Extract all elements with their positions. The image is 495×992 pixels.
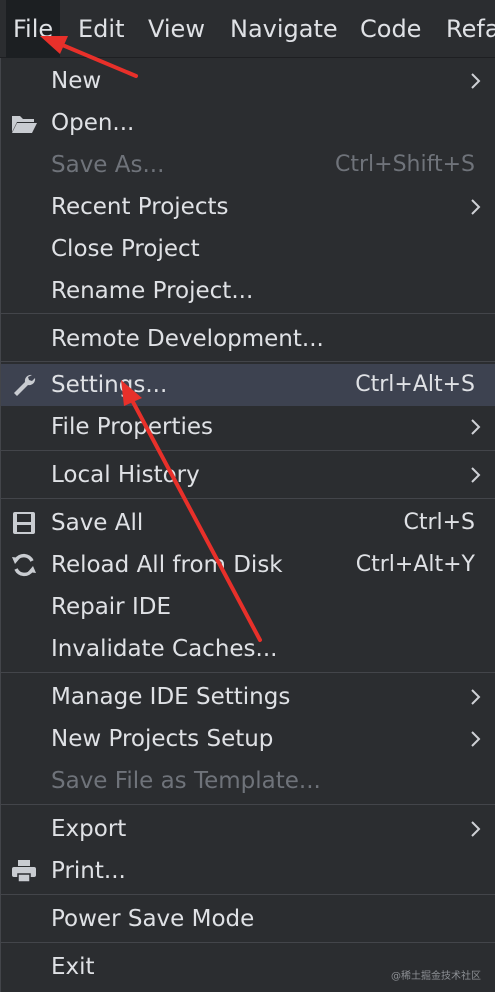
menu-item-label: Settings... xyxy=(51,372,168,398)
menu-item-label: New Projects Setup xyxy=(51,726,274,752)
chevron-right-icon xyxy=(471,689,481,705)
menu-item-recent-projects[interactable]: Recent Projects xyxy=(1,186,495,228)
menu-item-label: Close Project xyxy=(51,236,200,262)
chevron-right-icon xyxy=(471,821,481,837)
menu-item-label: New xyxy=(51,68,102,94)
printer-icon xyxy=(12,860,36,883)
menubar-code[interactable]: Code xyxy=(360,0,421,58)
menubar-refactor[interactable]: Refa xyxy=(446,0,495,58)
wrench-icon xyxy=(14,374,36,396)
folder-open-icon xyxy=(12,116,37,133)
menu-item-local-history[interactable]: Local History xyxy=(1,454,495,496)
menu-item-shortcut: Ctrl+S xyxy=(403,510,475,535)
menu-item-new-projects-setup[interactable]: New Projects Setup xyxy=(1,718,495,760)
menu-item-label: Save As... xyxy=(51,152,165,178)
menu-separator xyxy=(1,498,495,499)
menu-item-open[interactable]: Open... xyxy=(1,102,495,144)
menu-item-repair-ide[interactable]: Repair IDE xyxy=(1,586,495,628)
menu-separator xyxy=(1,313,495,314)
menu-item-invalidate-caches[interactable]: Invalidate Caches... xyxy=(1,628,495,670)
reload-icon xyxy=(12,553,36,577)
chevron-right-icon xyxy=(471,73,481,89)
menu-item-label: Exit xyxy=(51,954,95,980)
menu-item-label: Print... xyxy=(51,858,126,884)
chevron-right-icon xyxy=(471,419,481,435)
watermark: @稀土掘金技术社区 xyxy=(391,971,481,982)
menu-item-label: Reload All from Disk xyxy=(51,552,283,578)
menu-item-label: Recent Projects xyxy=(51,194,229,220)
save-icon xyxy=(13,512,35,534)
menu-item-file-properties[interactable]: File Properties xyxy=(1,406,495,448)
menu-separator xyxy=(1,804,495,805)
menu-item-save-all[interactable]: Save All Ctrl+S xyxy=(1,502,495,544)
menu-item-new[interactable]: New xyxy=(1,60,495,102)
menu-item-label: Local History xyxy=(51,462,200,488)
chevron-right-icon xyxy=(471,199,481,215)
menu-item-settings[interactable]: Settings... Ctrl+Alt+S xyxy=(1,364,495,406)
menu-item-save-as[interactable]: Save As... Ctrl+Shift+S xyxy=(1,144,495,186)
menu-separator xyxy=(1,361,495,362)
menu-item-reload-all[interactable]: Reload All from Disk Ctrl+Alt+Y xyxy=(1,544,495,586)
chevron-right-icon xyxy=(471,731,481,747)
menu-item-label: Invalidate Caches... xyxy=(51,636,278,662)
chevron-right-icon xyxy=(471,467,481,483)
menu-item-label: Rename Project... xyxy=(51,278,254,304)
menu-item-shortcut: Ctrl+Alt+Y xyxy=(355,552,475,577)
menu-bar: File Edit View Navigate Code Refa xyxy=(0,0,495,58)
menu-item-label: Save All xyxy=(51,510,144,536)
menu-item-label: File Properties xyxy=(51,414,214,440)
menu-item-manage-ide-settings[interactable]: Manage IDE Settings xyxy=(1,676,495,718)
menu-item-save-file-as-template[interactable]: Save File as Template... xyxy=(1,760,495,802)
menu-item-shortcut: Ctrl+Alt+S xyxy=(355,372,475,397)
menu-item-label: Open... xyxy=(51,110,135,136)
menu-separator xyxy=(1,942,495,943)
menubar-file[interactable]: File xyxy=(6,0,61,58)
menu-separator xyxy=(1,450,495,451)
menu-item-export[interactable]: Export xyxy=(1,808,495,850)
menu-item-label: Export xyxy=(51,816,127,842)
menu-item-shortcut: Ctrl+Shift+S xyxy=(335,152,475,177)
menu-item-power-save-mode[interactable]: Power Save Mode xyxy=(1,898,495,940)
menu-separator xyxy=(1,672,495,673)
menu-separator xyxy=(1,894,495,895)
menu-item-rename-project[interactable]: Rename Project... xyxy=(1,270,495,312)
menu-item-label: Power Save Mode xyxy=(51,906,255,932)
menubar-navigate[interactable]: Navigate xyxy=(230,0,338,58)
menu-item-print[interactable]: Print... xyxy=(1,850,495,892)
menu-item-label: Manage IDE Settings xyxy=(51,684,291,710)
menu-item-label: Remote Development... xyxy=(51,326,324,352)
menu-item-label: Repair IDE xyxy=(51,594,171,620)
menubar-edit[interactable]: Edit xyxy=(78,0,124,58)
file-menu-dropdown: New Open... Save As... Ctrl+Shift+S Rece… xyxy=(0,58,495,992)
menu-item-remote-development[interactable]: Remote Development... xyxy=(1,318,495,360)
menu-item-label: Save File as Template... xyxy=(51,768,321,794)
menubar-view[interactable]: View xyxy=(148,0,205,58)
menu-item-close-project[interactable]: Close Project xyxy=(1,228,495,270)
